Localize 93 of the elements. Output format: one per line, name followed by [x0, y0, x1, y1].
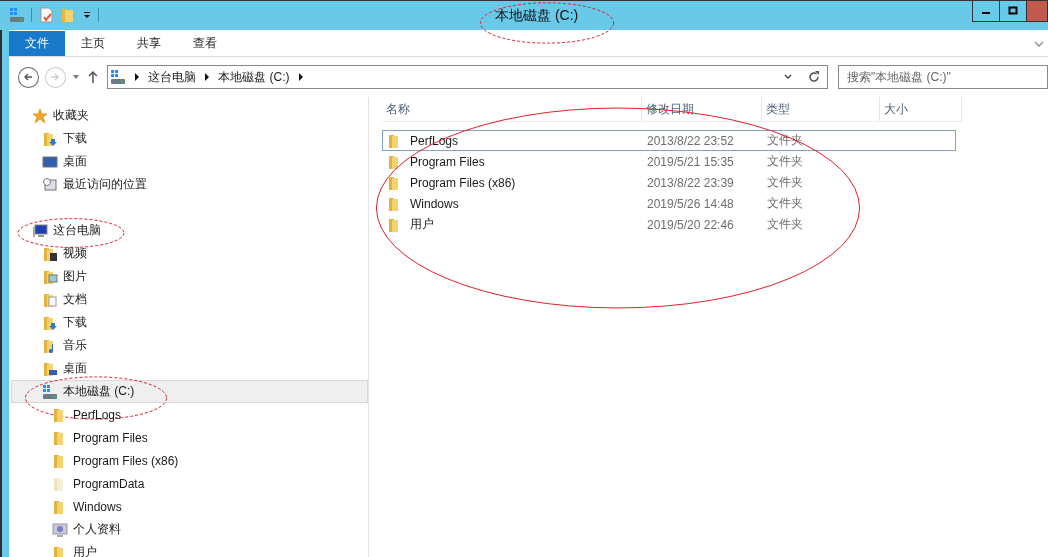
nav-item-label: ProgramData — [73, 476, 145, 491]
file-row[interactable]: 用户 2019/5/20 22:46 文件夹 — [382, 214, 956, 235]
nav-item[interactable]: 用户 — [11, 541, 368, 557]
nav-item[interactable]: Program Files (x86) — [11, 449, 368, 472]
refresh-icon[interactable] — [807, 70, 821, 84]
file-name: Program Files — [410, 154, 485, 169]
nav-item-label: 个人资料 — [73, 521, 121, 538]
nav-item[interactable]: 桌面 — [11, 357, 368, 380]
nav-item-label: 桌面 — [63, 153, 87, 170]
nav-item-label: Program Files — [73, 430, 148, 445]
nav-item[interactable]: ProgramData — [11, 472, 368, 495]
address-bar[interactable]: 这台电脑 本地磁盘 (C:) — [107, 65, 828, 89]
nav-item[interactable]: Windows — [11, 495, 368, 518]
nav-item-label: Windows — [73, 499, 122, 514]
maximize-icon — [1007, 5, 1019, 17]
file-name: Windows — [410, 196, 459, 211]
nav-item-icon — [42, 176, 58, 193]
breadcrumb[interactable]: 这台电脑 — [148, 68, 197, 86]
ribbon-tab[interactable]: 文件 — [9, 31, 65, 56]
nav-item-icon — [42, 314, 58, 331]
nav-item-label: 下载 — [63, 314, 87, 331]
minimize-button[interactable] — [972, 1, 1000, 22]
nav-item-label: 视频 — [63, 245, 87, 262]
nav-item-label: 本地磁盘 (C:) — [63, 383, 135, 400]
nav-item-icon — [42, 268, 58, 285]
breadcrumb-arrow-icon[interactable] — [297, 73, 304, 81]
modified-date: 2019/5/26 14:48 — [646, 196, 735, 211]
ribbon-tab[interactable]: 主页 — [65, 31, 121, 56]
nav-item-icon — [32, 107, 48, 124]
nav-item[interactable]: 桌面 — [11, 150, 368, 173]
modified-date: 2013/8/22 23:52 — [646, 133, 735, 148]
back-button[interactable] — [18, 66, 39, 88]
modified-date: 2013/8/22 23:39 — [646, 175, 735, 190]
column-header[interactable]: 名称 — [382, 97, 642, 121]
file-row[interactable]: Windows 2019/5/26 14:48 文件夹 — [382, 193, 956, 214]
nav-item-icon — [42, 291, 58, 308]
nav-item[interactable]: Program Files — [11, 426, 368, 449]
nav-item-label: 下载 — [63, 130, 87, 147]
search-field[interactable]: 搜索"本地磁盘 (C:)" — [838, 65, 1048, 89]
drive-icon — [110, 69, 127, 85]
file-type: 文件夹 — [766, 153, 804, 170]
nav-item[interactable]: 图片 — [11, 265, 368, 288]
modified-date: 2019/5/21 15:35 — [646, 154, 735, 169]
file-row[interactable]: Program Files (x86) 2013/8/22 23:39 文件夹 — [382, 172, 956, 193]
file-type: 文件夹 — [766, 216, 804, 233]
nav-item[interactable]: 最近访问的位置 — [11, 173, 368, 196]
recent-dropdown-icon[interactable] — [71, 73, 80, 81]
nav-item-icon — [42, 360, 58, 377]
column-header[interactable]: 类型 — [762, 97, 880, 121]
nav-item-label: 收藏夹 — [53, 107, 89, 124]
modified-date: 2019/5/20 22:46 — [646, 217, 735, 232]
nav-item-icon — [42, 153, 58, 170]
nav-item-label: 音乐 — [63, 337, 87, 354]
nav-item[interactable]: 文档 — [11, 288, 368, 311]
nav-item[interactable]: 个人资料 — [11, 518, 368, 541]
ribbon-tab[interactable]: 共享 — [121, 31, 177, 56]
nav-item[interactable]: 这台电脑 — [11, 219, 368, 242]
breadcrumb-arrow-icon[interactable] — [134, 73, 141, 81]
file-type: 文件夹 — [766, 195, 804, 212]
nav-item[interactable]: 视频 — [11, 242, 368, 265]
breadcrumb[interactable]: 本地磁盘 (C:) — [218, 68, 290, 86]
nav-item[interactable]: 收藏夹 — [11, 104, 368, 127]
nav-item[interactable]: 本地磁盘 (C:) — [11, 380, 368, 403]
minimize-icon — [982, 12, 990, 14]
nav-item-icon — [42, 245, 58, 262]
back-arrow-icon — [22, 71, 35, 83]
nav-item-icon — [42, 130, 58, 147]
nav-item-label: 最近访问的位置 — [63, 176, 147, 193]
ribbon-tab[interactable]: 查看 — [177, 31, 233, 56]
window-title: 本地磁盘 (C:) — [495, 7, 579, 23]
nav-item[interactable]: 音乐 — [11, 334, 368, 357]
nav-item-label: 用户 — [73, 544, 97, 557]
nav-item-icon — [42, 383, 58, 400]
nav-item[interactable]: 下载 — [11, 127, 368, 150]
file-name: Program Files (x86) — [410, 175, 516, 190]
breadcrumb-arrow-icon[interactable] — [204, 73, 211, 81]
nav-item[interactable]: 下载 — [11, 311, 368, 334]
nav-item-icon — [52, 521, 68, 538]
dropdown-icon[interactable] — [82, 10, 92, 20]
file-name: 用户 — [410, 216, 434, 233]
nav-item-label: 这台电脑 — [53, 222, 101, 239]
file-row[interactable]: Program Files 2019/5/21 15:35 文件夹 — [382, 151, 956, 172]
nav-item-label: Program Files (x86) — [73, 453, 179, 468]
column-header[interactable]: 大小 — [880, 97, 962, 121]
nav-item-label: 桌面 — [63, 360, 87, 377]
nav-item-label: PerfLogs — [73, 407, 122, 422]
file-type: 文件夹 — [766, 174, 804, 191]
nav-item-label: 图片 — [63, 268, 87, 285]
document-check-icon[interactable] — [38, 7, 54, 23]
up-arrow-icon[interactable] — [87, 70, 100, 84]
nav-item[interactable]: PerfLogs — [11, 403, 368, 426]
nav-item-label: 文档 — [63, 291, 87, 308]
nav-item-icon — [32, 222, 48, 239]
